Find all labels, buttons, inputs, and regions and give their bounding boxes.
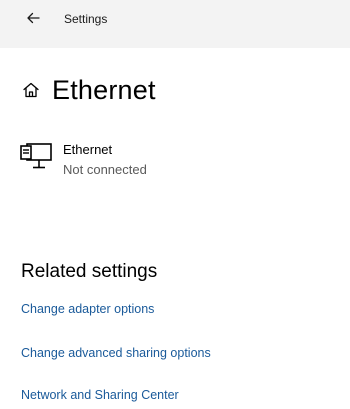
arrow-left-icon xyxy=(27,12,40,24)
network-item-ethernet[interactable]: Ethernet Not connected xyxy=(20,138,270,186)
window-title: Settings xyxy=(64,12,108,26)
home-icon xyxy=(23,82,39,98)
desktop-pc-icon xyxy=(20,143,52,169)
back-button[interactable] xyxy=(20,5,46,31)
network-and-sharing-center-link[interactable]: Network and Sharing Center xyxy=(21,387,179,403)
network-name: Ethernet xyxy=(63,142,113,157)
related-settings-heading: Related settings xyxy=(21,261,158,282)
title-bar: Settings xyxy=(0,0,350,48)
page-header: Ethernet xyxy=(22,70,156,110)
change-adapter-options-link[interactable]: Change adapter options xyxy=(21,301,154,317)
change-advanced-sharing-options-link[interactable]: Change advanced sharing options xyxy=(21,345,211,361)
network-status: Not connected xyxy=(63,162,147,177)
page-title: Ethernet xyxy=(52,75,156,105)
